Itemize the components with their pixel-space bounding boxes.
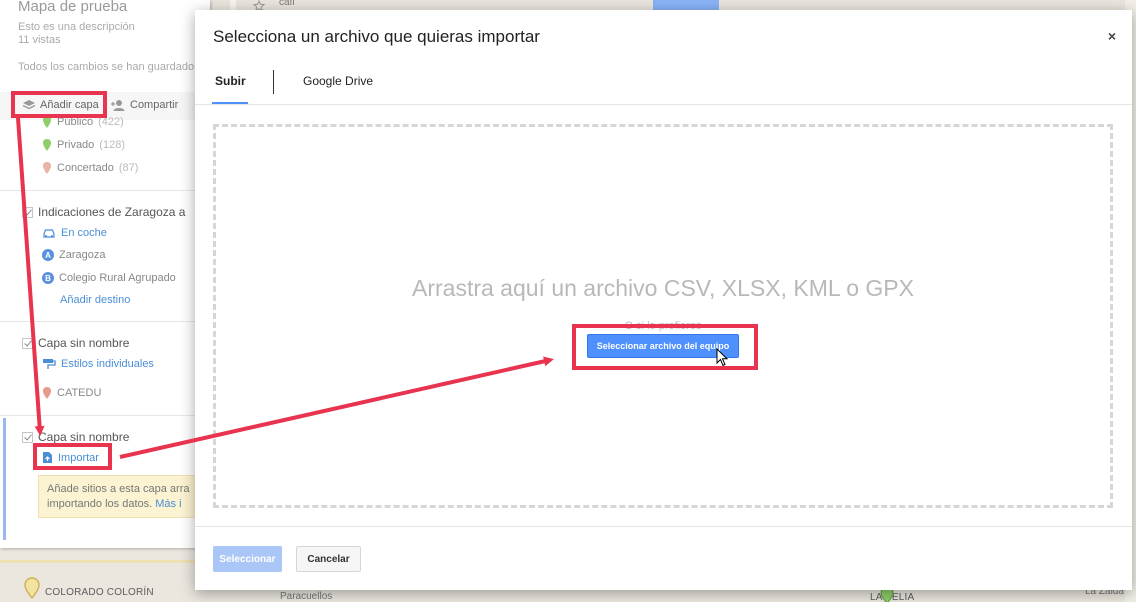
more-info-link[interactable]: Más i [155, 498, 181, 510]
divider [0, 321, 196, 322]
pin-icon [43, 162, 51, 174]
tab-upload[interactable]: Subir [215, 74, 246, 88]
map-label: cafi [279, 0, 295, 8]
route-point[interactable]: A Zaragoza [42, 249, 105, 261]
add-destination-link[interactable]: Añadir destino [60, 294, 130, 306]
drop-instructions: Arrastra aquí un archivo CSV, XLSX, KML … [412, 275, 914, 301]
list-item[interactable]: CATEDU [42, 386, 101, 400]
map-label: Paracuellos [280, 591, 333, 602]
layer-header[interactable]: Capa sin nombre [22, 430, 129, 444]
select-button[interactable]: Seleccionar [213, 546, 282, 572]
import-label: Importar [58, 451, 99, 464]
map-label: COLORADO COLORÍN [45, 587, 154, 598]
travel-mode[interactable]: En coche [42, 227, 107, 239]
tab-divider [273, 70, 274, 94]
route-point-label: Colegio Rural Agrupado [59, 272, 176, 284]
dialog-title: Selecciona un archivo que quieras import… [213, 27, 540, 46]
list-item[interactable]: Público (422) [42, 115, 124, 129]
layer-checkbox[interactable] [22, 206, 33, 218]
list-item-count: (422) [98, 116, 124, 128]
layers-icon [22, 100, 36, 110]
divider [0, 415, 196, 416]
list-item-label: Privado [57, 139, 95, 151]
add-layer-label: Añadir capa [40, 99, 99, 111]
divider [0, 190, 196, 191]
layers-panel: Mapa de prueba Esto es una descripción 1… [0, 0, 210, 548]
point-a-icon: A [42, 249, 54, 261]
paint-roller-icon [43, 359, 56, 369]
import-tip: Añade sitios a esta capa arra importando… [38, 475, 198, 518]
style-link-label: Estilos individuales [61, 358, 154, 370]
file-upload-icon [43, 452, 52, 463]
map-title[interactable]: Mapa de prueba [18, 0, 127, 15]
list-item-label: Público [57, 116, 94, 128]
mouse-cursor-icon [716, 348, 729, 367]
share-label: Compartir [130, 99, 179, 111]
add-layer-button[interactable]: Añadir capa [22, 99, 99, 111]
share-button[interactable]: Compartir [110, 99, 178, 111]
tip-text: Añade sitios a esta capa arra [47, 483, 190, 495]
import-dialog: Selecciona un archivo que quieras import… [195, 10, 1132, 590]
style-link[interactable]: Estilos individuales [42, 358, 154, 370]
list-item-label: Concertado [57, 162, 114, 174]
car-icon [43, 229, 55, 238]
cancel-button[interactable]: Cancelar [296, 546, 361, 572]
list-item[interactable]: Privado (128) [42, 138, 125, 152]
list-item[interactable]: Concertado (87) [42, 161, 138, 175]
divider [195, 526, 1132, 527]
route-point[interactable]: B Colegio Rural Agrupado [42, 272, 176, 284]
layer-header[interactable]: Capa sin nombre [22, 336, 129, 350]
alt-instructions: O si lo prefieres [624, 320, 702, 332]
pin-icon [43, 387, 51, 399]
add-person-icon [111, 100, 125, 111]
travel-mode-label: En coche [61, 227, 107, 239]
point-b-icon: B [42, 272, 54, 284]
layer-header[interactable]: Indicaciones de Zaragoza a [22, 205, 185, 219]
route-point-label: Zaragoza [59, 249, 106, 261]
map-pin-icon[interactable] [24, 577, 40, 599]
layer-checkbox[interactable] [22, 337, 33, 349]
pin-icon [43, 116, 51, 128]
file-drop-zone[interactable]: Arrastra aquí un archivo CSV, XLSX, KML … [213, 124, 1113, 508]
map-description[interactable]: Esto es una descripción [18, 21, 135, 33]
list-item-count: (87) [118, 162, 139, 174]
map-search-button[interactable] [653, 0, 719, 10]
layer-checkbox[interactable] [22, 431, 33, 443]
pin-icon [43, 139, 51, 151]
list-item-label: CATEDU [57, 387, 102, 399]
layer-title[interactable]: Indicaciones de Zaragoza a [38, 205, 185, 219]
save-status: Todos los cambios se han guardado [18, 61, 195, 73]
tip-text: importando los datos. [47, 498, 153, 510]
divider [195, 104, 1132, 105]
layer-title[interactable]: Capa sin nombre [38, 430, 129, 444]
active-layer-indicator [3, 418, 6, 540]
import-link[interactable]: Importar [42, 451, 99, 464]
tab-google-drive[interactable]: Google Drive [303, 74, 373, 88]
layer-title[interactable]: Capa sin nombre [38, 336, 129, 350]
list-item-count: (128) [99, 139, 125, 151]
screenshot: cafi COLORADO COLORÍN Paracuellos LA BEL… [0, 0, 1136, 602]
close-icon[interactable]: × [1108, 28, 1116, 44]
views-count: 11 vistas [18, 34, 61, 46]
